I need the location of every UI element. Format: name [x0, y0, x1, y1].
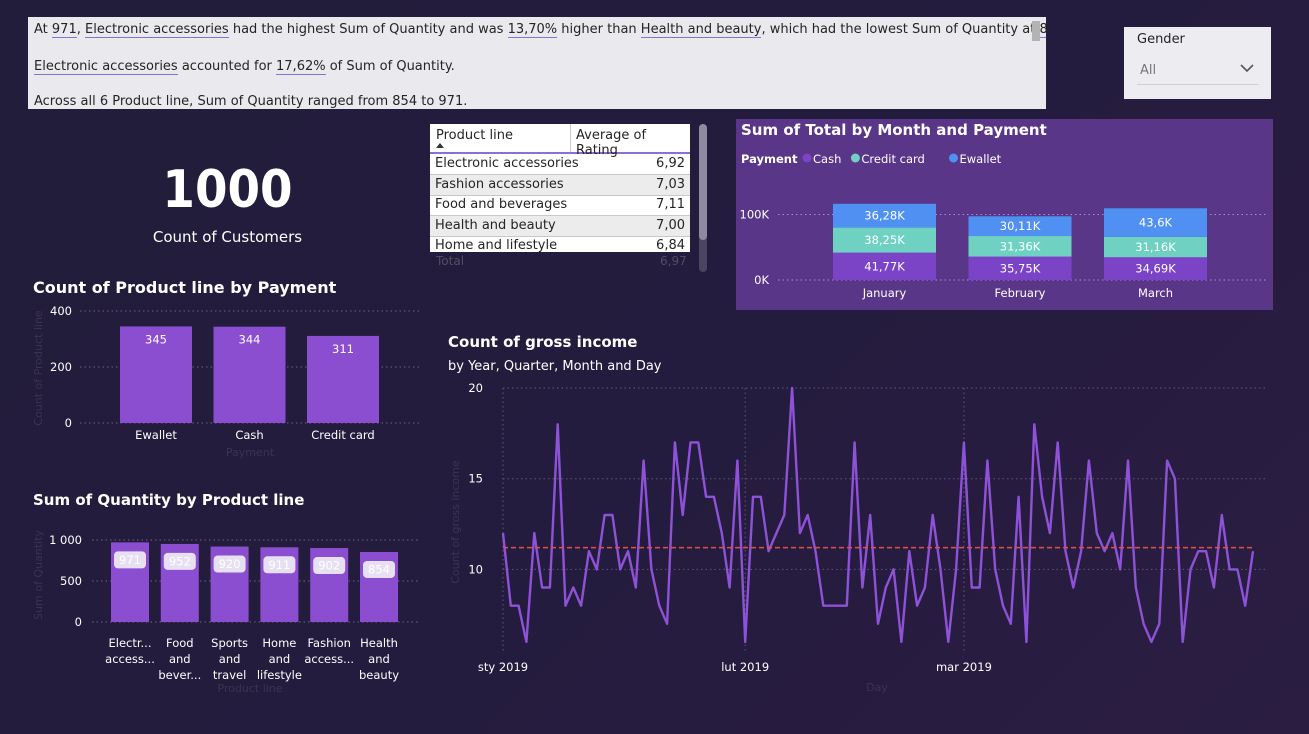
quantity-chart-xlabel: Product line	[217, 682, 282, 695]
data-label: 31,36K	[1000, 239, 1041, 253]
data-label: 854	[368, 562, 390, 576]
data-label: 30,11K	[1000, 219, 1041, 233]
legend-item: Credit card	[861, 152, 924, 166]
x-tick-label: access...	[105, 652, 155, 666]
legend-item: Cash	[813, 152, 841, 166]
data-label: 971	[119, 553, 141, 567]
x-tick-label: and	[219, 652, 241, 666]
y-tick-label: 15	[468, 472, 483, 486]
x-tick-label: and	[368, 652, 390, 666]
y-tick-label: 0	[65, 416, 72, 430]
quantity-chart-title: Sum of Quantity by Product line	[33, 491, 304, 509]
x-tick-label: Electr...	[108, 636, 151, 650]
gross-chart-title: Count of gross income	[448, 333, 637, 351]
gross-chart-subtitle: by Year, Quarter, Month and Day	[448, 359, 662, 374]
x-tick-label: February	[995, 286, 1046, 300]
y-tick-label: 20	[468, 381, 483, 395]
x-tick-label: and	[269, 652, 291, 666]
x-tick-label: beauty	[359, 668, 399, 682]
x-tick-label: Ewallet	[135, 428, 177, 442]
x-tick-label: Home	[262, 636, 296, 650]
y-tick-label: 0	[75, 615, 82, 629]
data-label: 344	[239, 333, 261, 347]
data-label: 911	[268, 558, 290, 572]
data-label: 36,28K	[864, 209, 905, 223]
total-chart-legend: Payment Cash Credit card Ewallet	[741, 152, 1002, 166]
x-tick-label: and	[169, 652, 191, 666]
legend-title: Payment	[741, 152, 798, 166]
y-tick-label: 10	[468, 562, 483, 576]
data-label: 920	[219, 557, 241, 571]
x-tick-label: Sports	[211, 636, 248, 650]
gross-chart-xlabel: Day	[866, 681, 888, 694]
legend-marker-credit-card	[850, 153, 860, 163]
data-label: 41,77K	[864, 259, 905, 273]
gross-chart: 10 15 20 sty 2019 lut 2019 mar 2019	[468, 381, 1268, 674]
payment-chart-ylabel: Count of Product line	[32, 310, 45, 426]
payment-chart: 0 200 400 345 Ewallet 344 Cash 311 Credit card	[50, 304, 420, 442]
x-tick-label: mar 2019	[936, 660, 992, 674]
y-tick-label: 1 000	[49, 533, 82, 547]
quantity-chart-ylabel: Sum of Quantity	[32, 530, 45, 620]
charts-canvas: Count of Product line by Payment 0200400…	[32, 121, 1268, 695]
data-label: 345	[145, 332, 167, 346]
x-tick-label: bever...	[158, 668, 201, 682]
total-chart-title: Sum of Total by Month and Payment	[741, 121, 1047, 139]
x-tick-label: lifestyle	[257, 668, 302, 682]
legend-marker-ewallet	[949, 153, 958, 163]
y-tick-label: 0K	[754, 273, 769, 287]
data-label: 902	[318, 559, 340, 573]
x-tick-label: travel	[213, 668, 246, 682]
x-tick-label: Health	[360, 636, 398, 650]
y-tick-label: 400	[50, 304, 72, 318]
data-label: 35,75K	[1000, 261, 1041, 275]
data-label: 34,69K	[1135, 262, 1176, 276]
gross-chart-ylabel: Count of gross income	[449, 460, 462, 584]
x-tick-label: March	[1138, 286, 1173, 300]
gross-income-line	[501, 386, 1255, 644]
x-tick-label: sty 2019	[478, 660, 528, 674]
legend-marker-cash	[802, 153, 812, 163]
x-tick-label: Fashion	[307, 636, 350, 650]
total-chart: 0K 100K 41,77K 38,25K 36,28K January 35,75K 31,…	[740, 203, 1268, 300]
data-label: 311	[332, 342, 354, 356]
data-label: 38,25K	[864, 233, 905, 247]
x-tick-label: Food	[166, 636, 194, 650]
y-tick-label: 500	[60, 574, 82, 588]
x-tick-label: January	[862, 286, 907, 300]
x-tick-label: Credit card	[311, 428, 374, 442]
payment-chart-xlabel: Payment	[226, 446, 275, 459]
data-label: 952	[169, 554, 191, 568]
x-tick-label: lut 2019	[721, 660, 769, 674]
quantity-chart: 0 500 1 000 971 Electr... access... 952 Food and…	[49, 533, 420, 682]
y-tick-label: 200	[50, 360, 72, 374]
y-tick-label: 100K	[740, 207, 770, 221]
x-tick-label: Cash	[235, 428, 263, 442]
legend-item: Ewallet	[960, 152, 1002, 166]
data-label: 31,16K	[1135, 240, 1176, 254]
data-label: 43,6K	[1139, 216, 1173, 230]
x-tick-label: access...	[304, 652, 354, 666]
payment-chart-title: Count of Product line by Payment	[33, 278, 337, 297]
